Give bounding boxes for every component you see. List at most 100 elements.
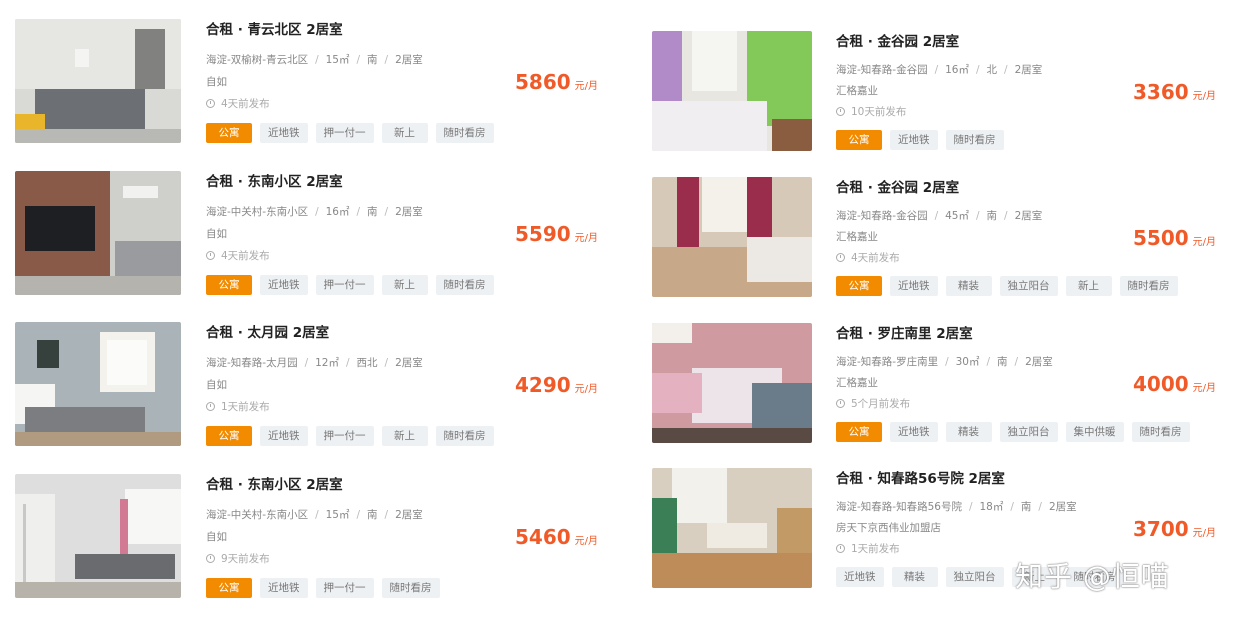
price-unit: 元/月 (574, 384, 599, 395)
rooms: 2居室 (1014, 64, 1043, 76)
tag[interactable]: 押一付一 (315, 275, 374, 295)
rooms: 2居室 (395, 357, 423, 369)
tag[interactable]: 随时看房 (435, 426, 494, 446)
posted-time: 5个月前发布 (836, 396, 910, 411)
tag[interactable]: 公寓 (206, 578, 252, 598)
tag[interactable]: 集中供暖 (1065, 422, 1124, 442)
tag[interactable]: 精装 (945, 422, 992, 442)
tag[interactable]: 独立阳台 (999, 422, 1058, 442)
price-unit: 元/月 (1192, 237, 1217, 248)
price: 4290 元/月 (515, 373, 598, 397)
tag-list: 公寓 近地铁 押一付一 新上 随时看房 (206, 426, 494, 446)
district: 海淀-知春路-知春路56号院 (836, 501, 962, 513)
clock-icon (836, 399, 845, 408)
listing-title[interactable]: 合租 · 太月园 2居室 (206, 321, 329, 341)
room-photo[interactable] (15, 474, 181, 598)
tag[interactable]: 独立阳台 (999, 276, 1058, 296)
tag[interactable]: 随时看房 (1119, 276, 1178, 296)
room-photo[interactable] (15, 19, 181, 143)
tag[interactable]: 随时看房 (435, 275, 494, 295)
listing-column-right: 合租 · 金谷园 2居室 海淀-知春路-金谷园/16㎡ / 北/2居室 汇格嘉业 1… (638, 0, 1238, 625)
tag-list: 公寓 近地铁 精装 独立阳台 新上 随时看房 (836, 276, 1178, 296)
price: 3360 元/月 (1133, 80, 1216, 104)
listing-title[interactable]: 合租 · 金谷园 2居室 (836, 176, 959, 196)
tag[interactable]: 近地铁 (890, 276, 938, 296)
tag[interactable]: 新上 (1065, 276, 1112, 296)
tag[interactable]: 公寓 (206, 123, 252, 143)
tag[interactable]: 新上 (381, 275, 428, 295)
tag[interactable]: 近地铁 (260, 123, 308, 143)
listing-card[interactable]: 合租 · 东南小区 2居室 海淀-中关村-东南小区/16㎡ / 南/2居室 自如 4… (0, 170, 600, 300)
tag[interactable]: 近地铁 (890, 422, 938, 442)
tag[interactable]: 随时看房 (945, 130, 1004, 150)
tag[interactable]: 精装 (945, 276, 992, 296)
room-photo[interactable] (15, 171, 181, 295)
clock-icon (206, 554, 215, 563)
room-photo[interactable] (652, 177, 812, 297)
tag[interactable]: 随时看房 (435, 123, 494, 143)
room-photo[interactable] (652, 323, 812, 443)
facing: 北 (986, 64, 998, 76)
area: 15㎡ (325, 54, 350, 66)
price-value: 5460 (515, 525, 571, 549)
tag[interactable]: 押一付一 (315, 123, 374, 143)
room-photo[interactable] (652, 31, 812, 151)
facing: 南 (367, 509, 378, 521)
area: 30㎡ (955, 356, 980, 368)
tag[interactable]: 随时看房 (1131, 422, 1190, 442)
listing-meta: 海淀-中关村-东南小区/15㎡ / 南/2居室 (206, 509, 423, 521)
listing-card[interactable]: 合租 · 金谷园 2居室 海淀-知春路-金谷园/45㎡ / 南/2居室 汇格嘉业 4… (638, 176, 1238, 306)
listing-column-left: 合租 · 青云北区 2居室 海淀-双榆树-青云北区/15㎡ / 南/2居室 自如 4… (0, 0, 600, 625)
listing-card[interactable]: 合租 · 金谷园 2居室 海淀-知春路-金谷园/16㎡ / 北/2居室 汇格嘉业 1… (638, 30, 1238, 160)
listing-card[interactable]: 合租 · 东南小区 2居室 海淀-中关村-东南小区/15㎡ / 南/2居室 自如 9… (0, 473, 600, 603)
tag[interactable]: 公寓 (206, 275, 252, 295)
tag[interactable]: 独立阳台 (945, 567, 1004, 587)
price-unit: 元/月 (574, 233, 599, 244)
watermark: 知乎 @恒喵 (1015, 560, 1170, 593)
tag[interactable]: 新上 (381, 123, 428, 143)
rooms: 2居室 (1048, 501, 1077, 513)
tag[interactable]: 公寓 (206, 426, 252, 446)
clock-icon (836, 253, 845, 262)
listing-title[interactable]: 合租 · 知春路56号院 2居室 (836, 467, 1005, 487)
tag[interactable]: 随时看房 (381, 578, 440, 598)
room-photo[interactable] (652, 468, 812, 588)
tag[interactable]: 新上 (381, 426, 428, 446)
listing-card[interactable]: 合租 · 太月园 2居室 海淀-知春路-太月园/12㎡ / 西北/2居室 自如 1天… (0, 321, 600, 451)
facing: 西北 (356, 357, 378, 369)
room-photo[interactable] (15, 322, 181, 446)
price-unit: 元/月 (574, 536, 599, 547)
price: 5860 元/月 (515, 70, 598, 94)
tag[interactable]: 近地铁 (890, 130, 938, 150)
rooms: 2居室 (1014, 210, 1043, 222)
listing-card[interactable]: 合租 · 青云北区 2居室 海淀-双榆树-青云北区/15㎡ / 南/2居室 自如 4… (0, 18, 600, 148)
tag[interactable]: 近地铁 (260, 426, 308, 446)
listing-card[interactable]: 合租 · 罗庄南里 2居室 海淀-知春路-罗庄南里/30㎡ / 南/2居室 汇格嘉业… (638, 322, 1238, 452)
tag[interactable]: 近地铁 (836, 567, 884, 587)
tag[interactable]: 押一付一 (315, 426, 374, 446)
listing-title[interactable]: 合租 · 东南小区 2居室 (206, 170, 343, 190)
listing-title[interactable]: 合租 · 青云北区 2居室 (206, 18, 343, 38)
district: 海淀-中关村-东南小区 (206, 206, 309, 218)
listing-title[interactable]: 合租 · 东南小区 2居室 (206, 473, 343, 493)
tag[interactable]: 近地铁 (260, 578, 308, 598)
agent-name: 自如 (206, 76, 227, 88)
tag[interactable]: 押一付一 (315, 578, 374, 598)
facing: 南 (1020, 501, 1032, 513)
price-unit: 元/月 (1192, 528, 1217, 539)
agent-name: 汇格嘉业 (836, 231, 878, 243)
tag-list: 公寓 近地铁 押一付一 新上 随时看房 (206, 275, 494, 295)
listing-title[interactable]: 合租 · 金谷园 2居室 (836, 30, 959, 50)
tag-list: 公寓 近地铁 押一付一 随时看房 (206, 578, 440, 598)
listing-meta: 海淀-知春路-太月园/12㎡ / 西北/2居室 (206, 357, 423, 369)
listing-meta: 海淀-知春路-罗庄南里/30㎡ / 南/2居室 (836, 356, 1053, 368)
tag[interactable]: 精装 (891, 567, 938, 587)
posted-time: 10天前发布 (836, 104, 906, 119)
tag[interactable]: 公寓 (836, 130, 882, 150)
tag[interactable]: 近地铁 (260, 275, 308, 295)
tag[interactable]: 公寓 (836, 276, 882, 296)
district: 海淀-知春路-太月园 (206, 357, 298, 369)
listing-meta: 海淀-知春路-金谷园/16㎡ / 北/2居室 (836, 64, 1043, 76)
listing-title[interactable]: 合租 · 罗庄南里 2居室 (836, 322, 973, 342)
tag[interactable]: 公寓 (836, 422, 882, 442)
